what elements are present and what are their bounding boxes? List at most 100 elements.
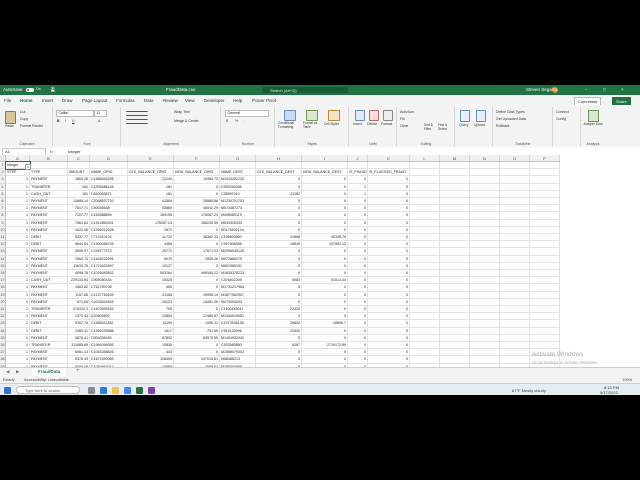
table-cell[interactable]	[470, 277, 500, 285]
table-cell[interactable]: C1959239586	[90, 327, 128, 335]
table-cell[interactable]: 0	[302, 270, 348, 278]
table-cell[interactable]	[500, 277, 530, 285]
wrap-text-button[interactable]: Wrap Text	[174, 110, 190, 114]
table-cell[interactable]	[470, 356, 500, 364]
excel-icon[interactable]	[136, 386, 143, 394]
table-cell[interactable]: 1	[6, 349, 30, 357]
table-cell[interactable]: M1404932042	[220, 334, 256, 342]
table-cell[interactable]: 0	[368, 219, 410, 227]
table-cell[interactable]: 215310.3	[68, 306, 90, 314]
table-cell[interactable]: 1	[348, 190, 368, 198]
delete-button[interactable]: Delete	[367, 122, 377, 126]
table-cell[interactable]	[470, 212, 500, 220]
table-cell[interactable]	[440, 284, 470, 292]
zoom-level[interactable]: 100%	[622, 377, 632, 382]
column-header-g[interactable]: G	[220, 155, 256, 162]
table-cell[interactable]: C1973538135	[220, 320, 256, 328]
table-cell[interactable]: 11668.14	[68, 198, 90, 206]
table-cell[interactable]: 0	[368, 183, 410, 191]
tab-insert[interactable]: Insert	[42, 98, 53, 103]
table-cell[interactable]: 0	[348, 198, 368, 206]
table-cell[interactable]: C1716932897	[90, 262, 128, 270]
table-cell[interactable]	[530, 298, 560, 306]
table-cell[interactable]: 0	[302, 183, 348, 191]
table-cell[interactable]	[410, 313, 440, 321]
table-cell[interactable]	[500, 205, 530, 213]
app-icon[interactable]	[148, 386, 155, 394]
table-cell[interactable]	[470, 320, 500, 328]
table-cell[interactable]: C249177573	[90, 248, 128, 256]
table-cell[interactable]	[220, 162, 256, 170]
column-title-cell[interactable]	[410, 169, 440, 177]
table-cell[interactable]: 3099.97	[68, 248, 90, 256]
table-cell[interactable]: 0	[368, 298, 410, 306]
table-cell[interactable]: C154988899	[90, 212, 128, 220]
table-cell[interactable]: 0	[348, 234, 368, 242]
table-cell[interactable]: M1558079303	[220, 349, 256, 357]
table-cell[interactable]: 157982.12	[302, 241, 348, 249]
table-cell[interactable]	[90, 162, 128, 170]
column-header-n[interactable]: N	[470, 155, 500, 162]
table-cell[interactable]: 0	[302, 255, 348, 263]
table-cell[interactable]: 5070	[128, 255, 174, 263]
table-cell[interactable]	[530, 313, 560, 321]
define-data-types-button[interactable]: Define Data Types	[496, 110, 525, 114]
table-cell[interactable]	[440, 176, 470, 184]
table-cell[interactable]: 1065.41	[68, 327, 90, 335]
table-cell[interactable]	[30, 162, 68, 170]
table-cell[interactable]: C1043358826	[90, 349, 128, 357]
column-title-cell[interactable]	[440, 169, 470, 177]
table-cell[interactable]: 181	[68, 190, 90, 198]
cell-dropdown-icon[interactable]: ▾	[25, 163, 31, 170]
formula-input[interactable]: Integer	[68, 149, 80, 154]
table-cell[interactable]	[470, 241, 500, 249]
table-cell[interactable]: PAYMENT	[30, 334, 68, 342]
table-cell[interactable]	[470, 327, 500, 335]
table-cell[interactable]: 6061.13	[68, 349, 90, 357]
sheet-next-icon[interactable]: ▶	[16, 369, 19, 375]
table-cell[interactable]: 15325	[128, 277, 174, 285]
table-cell[interactable]: TRANSFER	[30, 306, 68, 314]
table-cell[interactable]: 1	[6, 241, 30, 249]
table-cell[interactable]: 0	[368, 176, 410, 184]
tab-view[interactable]: View	[185, 98, 195, 103]
clock-date[interactable]: 5/17/2022	[600, 390, 618, 395]
table-cell[interactable]	[470, 262, 500, 270]
table-cell[interactable]: PAYMENT	[30, 313, 68, 321]
table-cell[interactable]: 0	[302, 349, 348, 357]
table-cell[interactable]: TRANSFER	[30, 342, 68, 350]
table-cell[interactable]	[470, 248, 500, 256]
column-header-b[interactable]: B	[30, 155, 68, 162]
table-cell[interactable]: 7817.71	[68, 205, 90, 213]
table-cell[interactable]: 1	[6, 198, 30, 206]
table-cell[interactable]: 0	[368, 327, 410, 335]
table-cell[interactable]: M58488213	[220, 356, 256, 364]
table-cell[interactable]: 7861.64	[68, 219, 90, 227]
table-cell[interactable]: 0	[368, 241, 410, 249]
table-cell[interactable]: C504336483	[90, 334, 128, 342]
table-cell[interactable]: 0	[302, 334, 348, 342]
conditional-formatting-button[interactable]: Conditional Formatting	[278, 121, 300, 129]
table-cell[interactable]: 0	[256, 248, 302, 256]
table-cell[interactable]: C553264065	[220, 183, 256, 191]
table-cell[interactable]	[470, 342, 500, 350]
table-cell[interactable]: C1984094095	[90, 342, 128, 350]
table-cell[interactable]	[440, 234, 470, 242]
query-button[interactable]: Query	[459, 123, 469, 127]
table-cell[interactable]	[500, 320, 530, 328]
table-cell[interactable]	[530, 205, 560, 213]
table-cell[interactable]: 0	[256, 255, 302, 263]
table-cell[interactable]: M633326333	[220, 219, 256, 227]
table-cell[interactable]: 0	[368, 198, 410, 206]
table-cell[interactable]: C1026483832	[90, 270, 128, 278]
table-cell[interactable]: M972865270	[220, 255, 256, 263]
table-cell[interactable]	[530, 277, 560, 285]
format-button[interactable]: Format	[381, 122, 392, 126]
clear-button[interactable]: Clear	[400, 124, 408, 128]
table-cell[interactable]: 0	[174, 277, 220, 285]
table-cell[interactable]: 0	[368, 277, 410, 285]
table-cell[interactable]	[410, 306, 440, 314]
conditional-formatting-icon[interactable]	[284, 110, 296, 121]
table-cell[interactable]: 2560.74	[68, 255, 90, 263]
table-cell[interactable]: 1	[6, 284, 30, 292]
